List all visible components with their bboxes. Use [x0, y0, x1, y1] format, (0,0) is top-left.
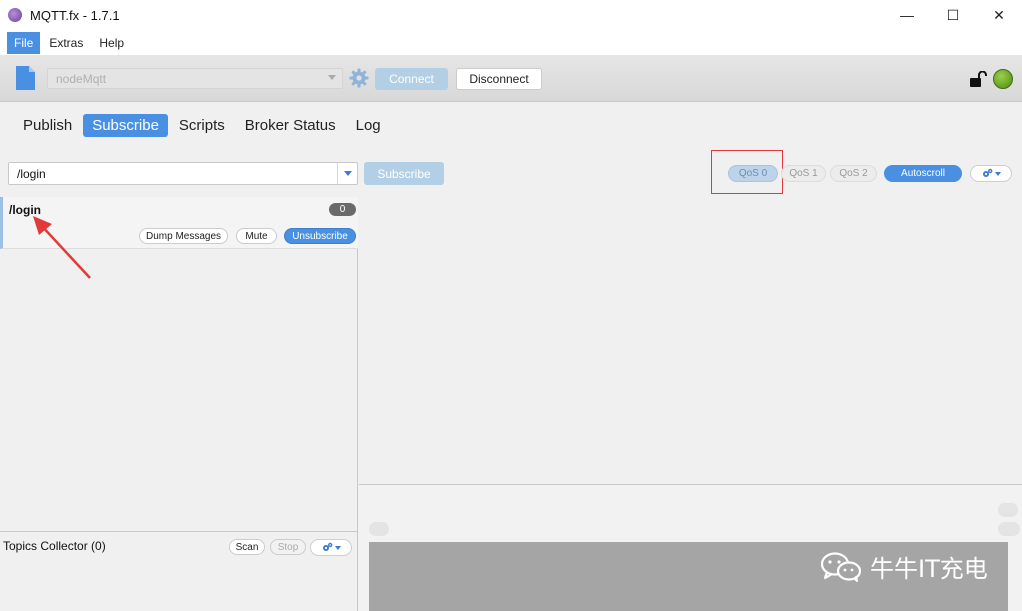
tab-subscribe[interactable]: Subscribe [83, 114, 168, 137]
tab-scripts[interactable]: Scripts [170, 114, 234, 137]
options-menu-button[interactable] [970, 165, 1012, 182]
lock-open-icon [970, 71, 987, 87]
detail-placeholder-pill [369, 522, 389, 536]
tab-broker-status[interactable]: Broker Status [236, 114, 345, 137]
profile-select-value: nodeMqtt [56, 72, 107, 86]
close-button[interactable]: ✕ [976, 0, 1022, 30]
document-icon[interactable] [16, 66, 35, 90]
panel-divider [0, 531, 358, 532]
connection-toolbar: nodeMqtt Connect Disconnect [0, 55, 1022, 102]
topic-combo[interactable] [8, 162, 358, 185]
disconnect-button[interactable]: Disconnect [456, 68, 542, 90]
title-bar: MQTT.fx - 1.7.1 — ☐ ✕ [0, 0, 1022, 30]
maximize-button[interactable]: ☐ [930, 0, 976, 30]
menu-file[interactable]: File [7, 31, 41, 54]
gear-icon[interactable] [349, 68, 369, 88]
connect-button[interactable]: Connect [375, 68, 448, 90]
chevron-down-icon [328, 75, 336, 80]
annotation-arrow-icon [33, 216, 91, 279]
detail-placeholder-pill [998, 503, 1018, 517]
collector-options-button[interactable] [310, 539, 352, 556]
menu-bar: File Extras Help [0, 30, 1022, 55]
main-tabs: Publish Subscribe Scripts Broker Status … [14, 114, 392, 137]
connection-status-icon [993, 69, 1013, 89]
window-title: MQTT.fx - 1.7.1 [30, 7, 120, 23]
unsubscribe-button[interactable]: Unsubscribe [284, 228, 356, 244]
gears-icon [322, 542, 332, 551]
mute-button[interactable]: Mute [236, 228, 277, 244]
message-count-badge: 0 [329, 203, 356, 216]
messages-list[interactable] [359, 197, 1022, 484]
combo-separator [337, 163, 338, 184]
wechat-icon [820, 551, 862, 582]
gears-icon [982, 168, 992, 177]
qos1-button[interactable]: QoS 1 [781, 165, 826, 182]
chevron-down-icon [334, 545, 341, 550]
autoscroll-button[interactable]: Autoscroll [884, 165, 962, 182]
topics-collector-title: Topics Collector (0) [3, 539, 106, 553]
stop-button[interactable]: Stop [270, 539, 306, 555]
menu-extras[interactable]: Extras [42, 32, 90, 54]
watermark-text: 牛牛IT充电 [870, 555, 988, 583]
menu-help[interactable]: Help [92, 32, 131, 54]
qos0-button[interactable]: QoS 0 [728, 165, 778, 182]
watermark: 牛牛IT充电 [820, 549, 988, 584]
dump-messages-button[interactable]: Dump Messages [139, 228, 228, 244]
app-icon [8, 8, 22, 22]
scan-button[interactable]: Scan [229, 539, 265, 555]
topic-input[interactable] [9, 163, 337, 184]
tab-publish[interactable]: Publish [14, 114, 81, 137]
window-controls: — ☐ ✕ [884, 0, 1022, 30]
chevron-down-icon[interactable] [344, 171, 352, 176]
qos2-button[interactable]: QoS 2 [830, 165, 877, 182]
minimize-button[interactable]: — [884, 0, 930, 30]
profile-select[interactable]: nodeMqtt [47, 68, 343, 89]
detail-placeholder-pill [998, 522, 1020, 536]
chevron-down-icon [994, 171, 1001, 176]
subscribe-button[interactable]: Subscribe [364, 162, 444, 185]
tab-log[interactable]: Log [347, 114, 390, 137]
